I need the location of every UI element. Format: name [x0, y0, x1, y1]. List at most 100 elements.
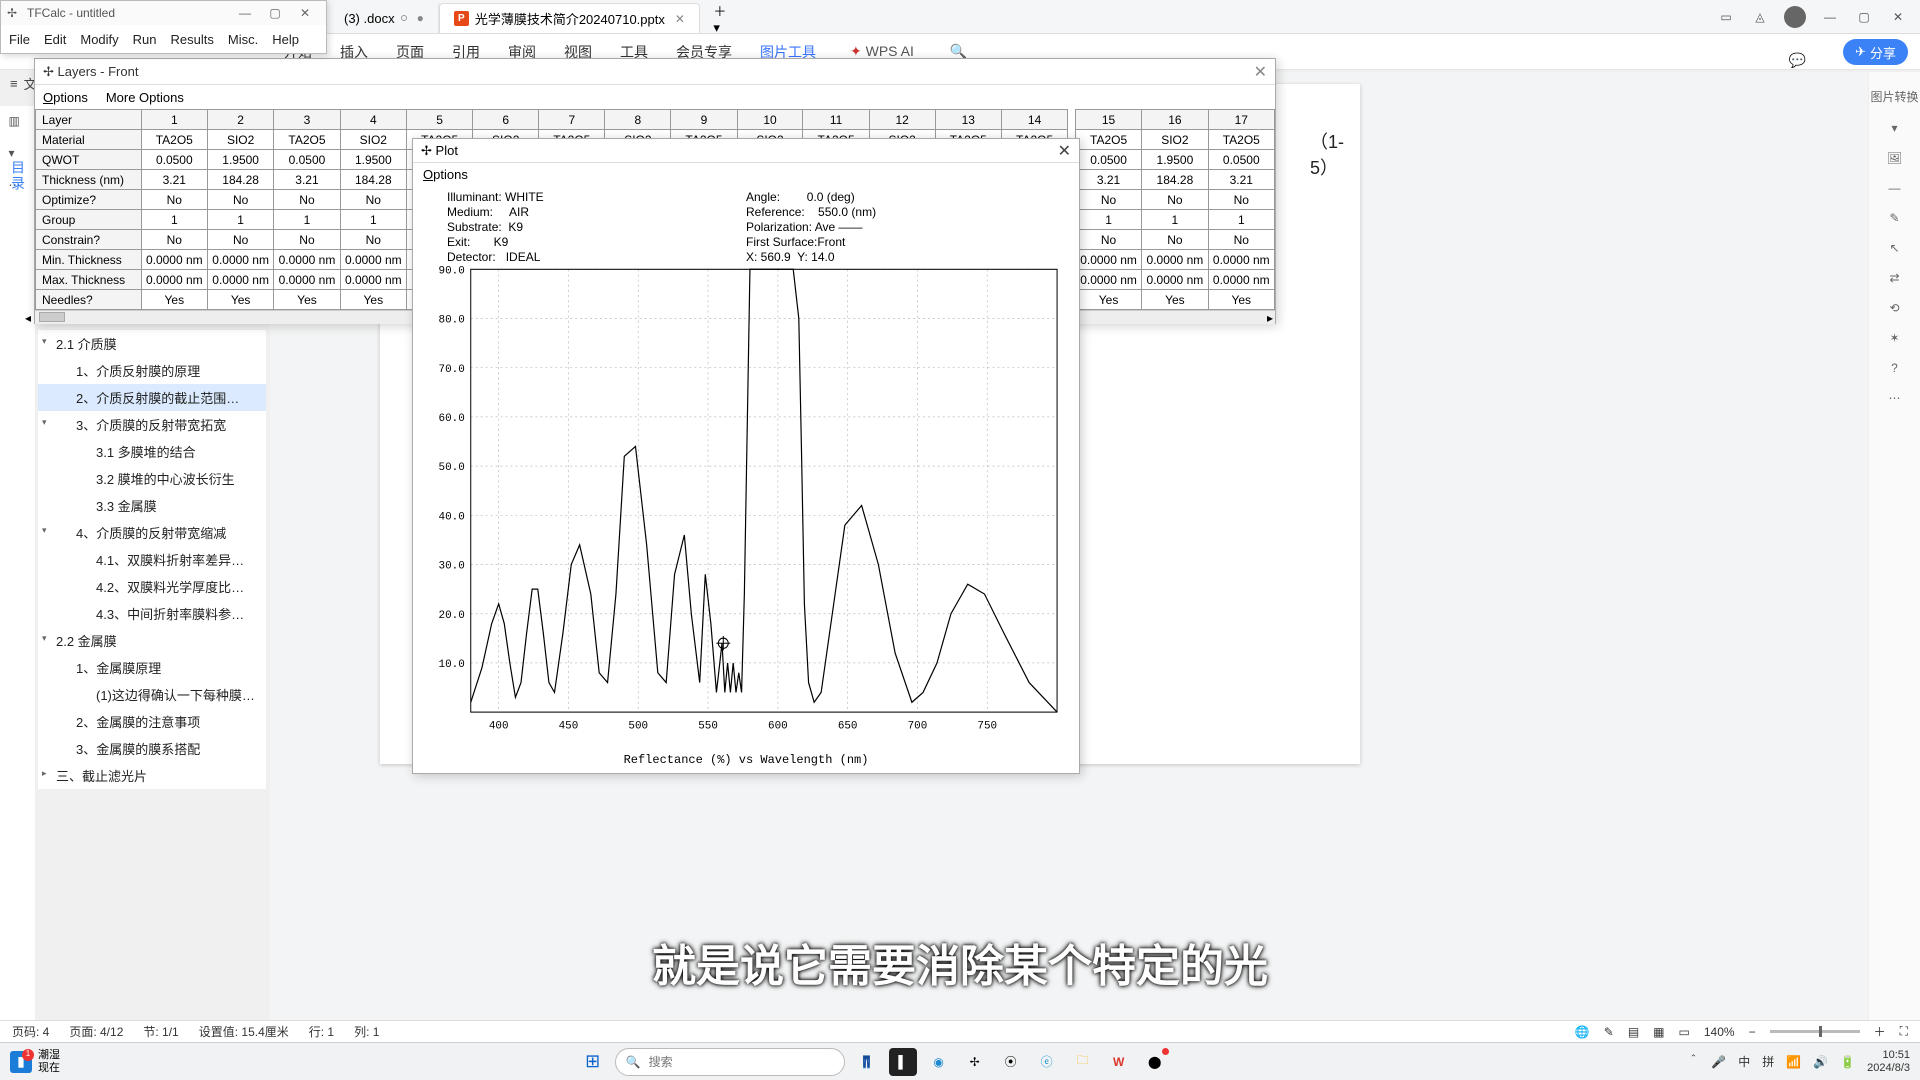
outline-item[interactable]: 4.2、双膜料光学厚度比… — [38, 573, 266, 600]
close-icon[interactable]: ✕ — [1888, 7, 1908, 27]
menu-modify[interactable]: Modify — [80, 32, 118, 47]
scroll-right-icon[interactable]: ▸ — [1267, 311, 1273, 325]
pic-convert-button[interactable]: 图片转换 — [1870, 88, 1918, 105]
menu-file[interactable]: File — [9, 32, 30, 47]
outline-item[interactable]: ▾4、介质膜的反射带宽缩减 — [38, 519, 266, 546]
zoom-in-icon[interactable]: ＋ — [1874, 1023, 1886, 1040]
maximize-icon[interactable]: ▢ — [1854, 7, 1874, 27]
more-icon[interactable]: ⋯ — [1889, 391, 1901, 405]
minus-icon[interactable]: — — [1889, 181, 1901, 195]
taskbar-app-overalls[interactable]: 👖 — [853, 1048, 881, 1076]
globe-icon[interactable]: 🌐 — [1575, 1025, 1590, 1039]
zoom-out-icon[interactable]: − — [1749, 1025, 1756, 1039]
menu-misc.[interactable]: Misc. — [228, 32, 258, 47]
image-icon[interactable]: 🖼 — [1887, 151, 1902, 165]
zoom-slider[interactable] — [1770, 1030, 1860, 1033]
cube-icon[interactable]: ◬ — [1750, 7, 1770, 27]
select-icon[interactable]: ↖ — [1889, 241, 1899, 255]
outline-item[interactable]: 2、介质反射膜的截止范围… — [38, 384, 266, 411]
avatar[interactable] — [1784, 6, 1806, 28]
taskbar-app-wps[interactable]: W — [1105, 1048, 1133, 1076]
outline-item[interactable]: ▸三、截止滤光片 — [38, 762, 266, 789]
outline-item[interactable]: 3、金属膜的膜系搭配 — [38, 735, 266, 762]
close-icon[interactable]: ● — [417, 11, 424, 25]
minimize-icon[interactable]: — — [230, 6, 260, 20]
maximize-icon[interactable]: ▢ — [260, 6, 290, 20]
tfcalc-titlebar[interactable]: ✢ TFCalc - untitled — ▢ ✕ — [1, 1, 326, 25]
taskbar-search[interactable]: 🔍 搜索 — [615, 1048, 845, 1076]
status-row[interactable]: 行: 1 — [309, 1023, 334, 1040]
taskbar-app-terminal[interactable]: ▌ — [889, 1048, 917, 1076]
status-col[interactable]: 列: 1 — [354, 1023, 379, 1040]
outline-item[interactable]: 2、金属膜的注意事项 — [38, 708, 266, 735]
read-icon[interactable]: ▭ — [1679, 1025, 1690, 1039]
taskbar-weather[interactable]: ▮1 潮湿现在 — [0, 1049, 70, 1073]
wps-tab-docx[interactable]: (3) .docx ● — [330, 3, 439, 33]
tray-battery-icon[interactable]: 🔋 — [1840, 1055, 1855, 1069]
taskbar-app-edge[interactable]: ◉ — [925, 1048, 953, 1076]
taskbar-app-dots[interactable]: ⦿ — [997, 1048, 1025, 1076]
pen-icon[interactable]: ✎ — [1604, 1025, 1614, 1039]
wps-tab-pptx[interactable]: P 光学薄膜技术简介20240710.pptx ✕ — [439, 3, 700, 33]
multi-window-icon[interactable]: ▭ — [1716, 7, 1736, 27]
zoom-value[interactable]: 140% — [1704, 1025, 1735, 1039]
status-page-num[interactable]: 页码: 4 — [12, 1023, 49, 1040]
status-setval[interactable]: 设置值: 15.4厘米 — [199, 1023, 289, 1040]
menu-results[interactable]: Results — [171, 32, 214, 47]
outline-header[interactable]: 目录 — [8, 160, 28, 192]
outline-item[interactable]: ▾2.1 介质膜 — [38, 330, 266, 357]
fullscreen-icon[interactable]: ⛶ — [1900, 1024, 1908, 1039]
share-button[interactable]: ✈ 分享 — [1843, 39, 1908, 65]
outline-item[interactable]: ▾2.2 金属膜 — [38, 627, 266, 654]
taskbar-app-obs[interactable]: ⬤ — [1141, 1048, 1169, 1076]
ime-mode[interactable]: 拼 — [1762, 1053, 1774, 1070]
page-icon[interactable]: ▥ — [9, 114, 27, 132]
menu-edit[interactable]: Edit — [44, 32, 66, 47]
close-icon[interactable]: ✕ — [1254, 62, 1267, 82]
help-icon[interactable]: ? — [1891, 361, 1898, 375]
status-page-of[interactable]: 页面: 4/12 — [69, 1023, 123, 1040]
start-button[interactable]: ⊞ — [579, 1048, 607, 1076]
minimize-icon[interactable]: — — [1820, 7, 1840, 27]
close-icon[interactable]: ✕ — [675, 12, 685, 26]
layout-icon[interactable]: ▦ — [1653, 1025, 1664, 1039]
taskbar-clock[interactable]: 10:512024/8/3 — [1867, 1049, 1910, 1074]
outline-item[interactable]: (1)这边得确认一下每种膜… — [38, 681, 266, 708]
plot-titlebar[interactable]: ✢ Plot ✕ — [413, 139, 1079, 163]
tray-chevron-icon[interactable]: ＾ — [1687, 1053, 1699, 1070]
taskbar-app-browser2[interactable]: ⓔ — [1033, 1048, 1061, 1076]
ime-lang[interactable]: 中 — [1738, 1053, 1750, 1070]
outline-item[interactable]: 3.1 多膜堆的结合 — [38, 438, 266, 465]
outline-item[interactable]: 4.3、中间折射率膜料参… — [38, 600, 266, 627]
taskbar-app-tfcalc[interactable]: ✢ — [961, 1048, 989, 1076]
outline-item[interactable]: 3.3 金属膜 — [38, 492, 266, 519]
plot-canvas[interactable]: 10.020.030.040.050.060.070.080.090.04004… — [431, 259, 1067, 743]
menu-help[interactable]: Help — [272, 32, 299, 47]
outline-item[interactable]: 1、介质反射膜的原理 — [38, 357, 266, 384]
menu-options[interactable]: Options — [43, 90, 88, 105]
new-tab-button[interactable]: ＋ ▾ — [700, 3, 740, 33]
close-icon[interactable]: ✕ — [290, 6, 320, 20]
outline-item[interactable]: 4.1、双膜料折射率差异… — [38, 546, 266, 573]
edit-icon[interactable]: ✎ — [1889, 211, 1899, 225]
transform-icon[interactable]: ⟲ — [1889, 301, 1899, 315]
outline-item[interactable]: ▾3、介质膜的反射带宽拓宽 — [38, 411, 266, 438]
plot-menu-options[interactable]: Options — [413, 163, 1079, 186]
layers-titlebar[interactable]: ✢ Layers - Front ✕ — [35, 59, 1275, 85]
outline-item[interactable]: 1、金属膜原理 — [38, 654, 266, 681]
status-section[interactable]: 节: 1/1 — [143, 1023, 178, 1040]
taskbar-app-explorer[interactable]: 🗀 — [1069, 1048, 1097, 1076]
menu-more-options[interactable]: More Options — [106, 90, 184, 105]
close-icon[interactable]: ✕ — [1058, 141, 1071, 161]
outline-item[interactable]: 3.2 膜堆的中心波长衍生 — [38, 465, 266, 492]
tray-mic-icon[interactable]: 🎤 — [1711, 1055, 1726, 1069]
scroll-left-icon[interactable]: ◂ — [25, 311, 31, 325]
tray-wifi-icon[interactable]: 📶 — [1786, 1055, 1801, 1069]
tray-volume-icon[interactable]: 🔊 — [1813, 1055, 1828, 1069]
menu-run[interactable]: Run — [133, 32, 157, 47]
menu-icon[interactable]: ≡ — [10, 76, 18, 91]
settings-icon[interactable]: ✶ — [1889, 331, 1899, 345]
page-view-icon[interactable]: ▤ — [1628, 1025, 1639, 1039]
message-icon[interactable]: 💬 — [1775, 44, 1820, 77]
swap-icon[interactable]: ⇄ — [1889, 271, 1899, 285]
